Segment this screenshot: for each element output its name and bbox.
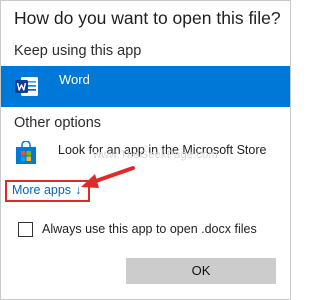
- more-apps-label: More apps: [12, 183, 72, 197]
- dialog-title: How do you want to open this file?: [14, 8, 281, 28]
- keep-using-label: Keep using this app: [14, 43, 142, 59]
- store-icon: [15, 140, 37, 165]
- open-with-dialog: How do you want to open this file? Keep …: [0, 0, 291, 300]
- word-icon: [15, 75, 39, 98]
- watermark: www.TheGeekPage.com: [93, 149, 218, 161]
- always-use-label: Always use this app to open .docx files: [42, 222, 257, 236]
- more-apps-link[interactable]: More apps ↓: [12, 183, 81, 197]
- red-arrow-annotation: [81, 166, 135, 188]
- app-option-label: Word: [59, 72, 90, 87]
- other-options-label: Other options: [14, 115, 102, 131]
- always-use-checkbox[interactable]: [18, 222, 33, 237]
- app-option-word[interactable]: Word: [1, 66, 290, 107]
- ok-button[interactable]: OK: [126, 258, 276, 284]
